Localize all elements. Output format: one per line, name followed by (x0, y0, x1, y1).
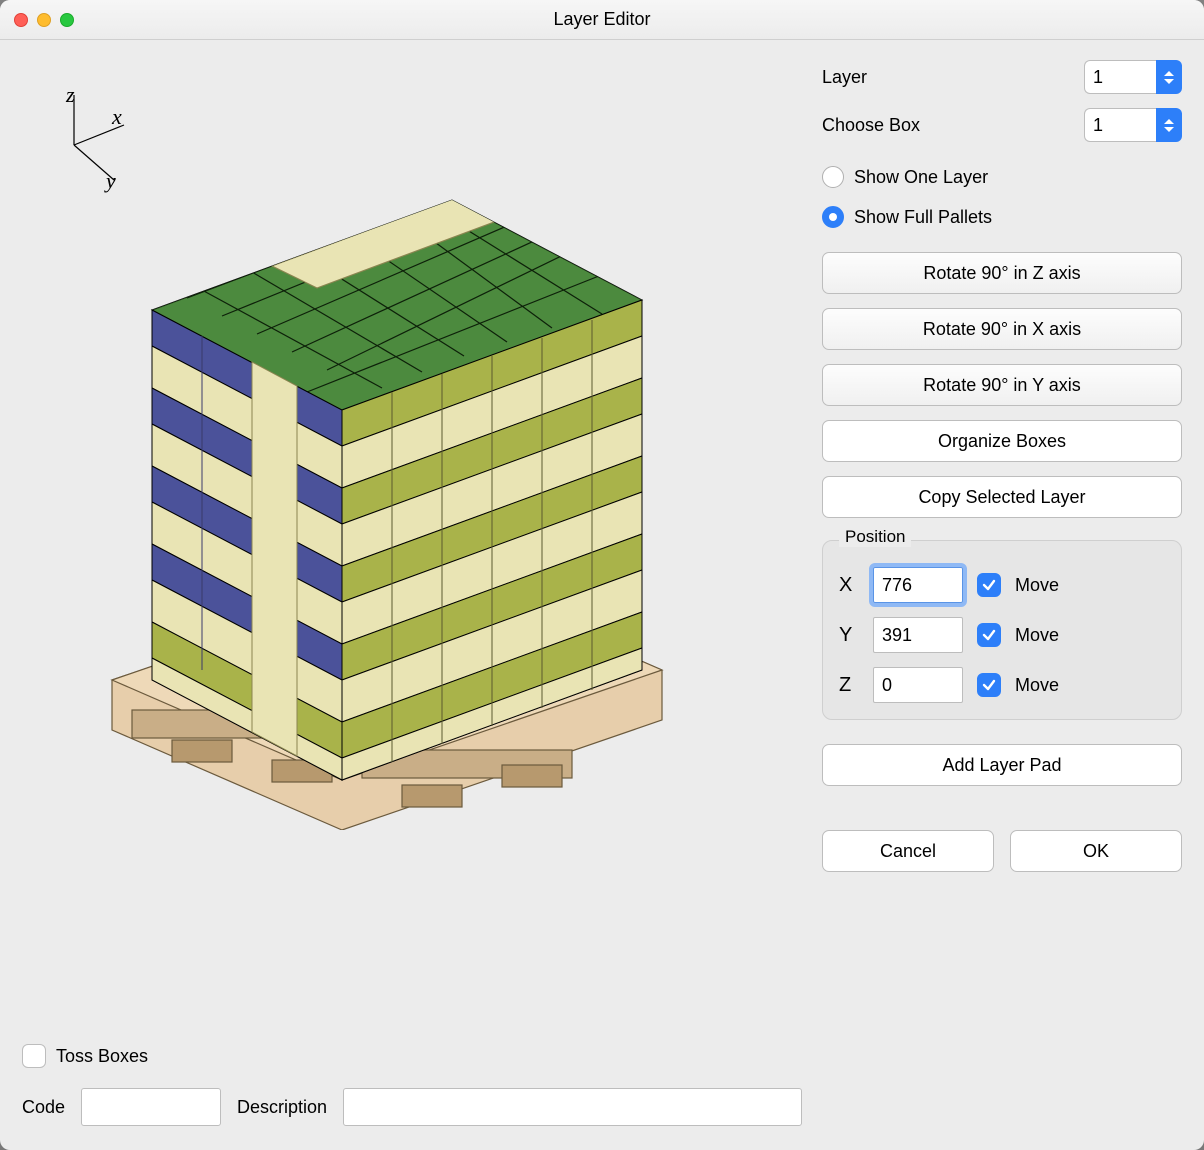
rotate-z-button[interactable]: Rotate 90° in Z axis (822, 252, 1182, 294)
chevron-up-icon[interactable] (1164, 71, 1174, 76)
window-title: Layer Editor (553, 9, 650, 30)
position-y-move-checkbox[interactable] (977, 623, 1001, 647)
cancel-button[interactable]: Cancel (822, 830, 994, 872)
layer-stepper[interactable] (1084, 60, 1182, 94)
show-full-pallets-label: Show Full Pallets (854, 207, 992, 228)
choose-box-stepper[interactable] (1084, 108, 1182, 142)
position-z-move-label: Move (1015, 675, 1059, 696)
footer-area: Toss Boxes Code Description (22, 1040, 802, 1126)
window-controls (14, 13, 74, 27)
position-z-label: Z (839, 674, 859, 697)
position-x-move-label: Move (1015, 575, 1059, 596)
chevron-down-icon[interactable] (1164, 127, 1174, 132)
chevron-up-icon[interactable] (1164, 119, 1174, 124)
close-icon[interactable] (14, 13, 28, 27)
choose-box-stepper-buttons[interactable] (1156, 108, 1182, 142)
choose-box-value-input[interactable] (1084, 108, 1156, 142)
position-group: Position X Move Y Move (822, 540, 1182, 720)
description-input[interactable] (343, 1088, 802, 1126)
choose-box-label: Choose Box (822, 115, 1084, 136)
pallet-viewport[interactable]: z x y (22, 60, 802, 1040)
position-z-move-checkbox[interactable] (977, 673, 1001, 697)
position-z-input[interactable] (873, 667, 963, 703)
toss-boxes-label: Toss Boxes (56, 1046, 148, 1067)
description-label: Description (237, 1097, 327, 1118)
chevron-down-icon[interactable] (1164, 79, 1174, 84)
ok-button[interactable]: OK (1010, 830, 1182, 872)
left-pane: z x y (22, 60, 802, 1126)
pallet-illustration (62, 110, 702, 830)
position-y-move-label: Move (1015, 625, 1059, 646)
copy-selected-layer-button[interactable]: Copy Selected Layer (822, 476, 1182, 518)
layer-value-input[interactable] (1084, 60, 1156, 94)
position-y-input[interactable] (873, 617, 963, 653)
show-one-layer-radio[interactable] (822, 166, 844, 188)
code-input[interactable] (81, 1088, 221, 1126)
minimize-icon[interactable] (37, 13, 51, 27)
position-x-label: X (839, 574, 859, 597)
rotate-x-button[interactable]: Rotate 90° in X axis (822, 308, 1182, 350)
toss-boxes-checkbox[interactable] (22, 1044, 46, 1068)
layer-label: Layer (822, 67, 1084, 88)
content: z x y (0, 40, 1204, 1150)
code-label: Code (22, 1097, 65, 1118)
position-x-input[interactable] (873, 567, 963, 603)
show-full-pallets-radio[interactable] (822, 206, 844, 228)
show-one-layer-label: Show One Layer (854, 167, 988, 188)
rotate-y-button[interactable]: Rotate 90° in Y axis (822, 364, 1182, 406)
titlebar: Layer Editor (0, 0, 1204, 40)
layer-editor-window: Layer Editor z x y (0, 0, 1204, 1150)
layer-stepper-buttons[interactable] (1156, 60, 1182, 94)
position-y-label: Y (839, 624, 859, 647)
position-x-move-checkbox[interactable] (977, 573, 1001, 597)
add-layer-pad-button[interactable]: Add Layer Pad (822, 744, 1182, 786)
right-pane: Layer Choose Box (822, 60, 1182, 1126)
axis-z-label: z (66, 82, 75, 108)
organize-boxes-button[interactable]: Organize Boxes (822, 420, 1182, 462)
position-legend: Position (839, 527, 911, 547)
zoom-icon[interactable] (60, 13, 74, 27)
